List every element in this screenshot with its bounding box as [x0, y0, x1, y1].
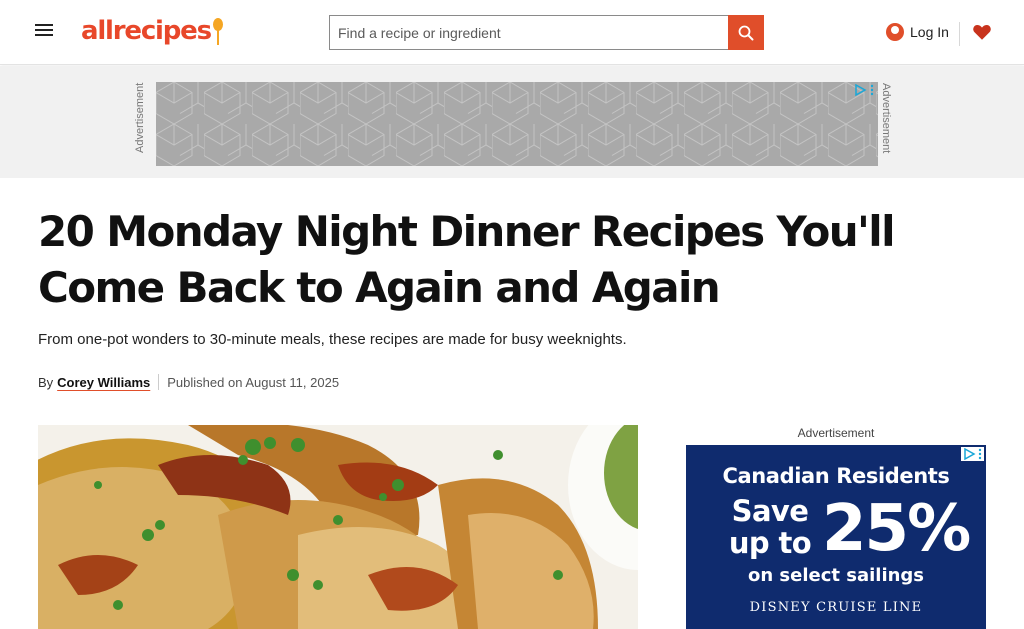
header-divider: [959, 22, 960, 46]
top-ad-band: Advertisement Advertisement: [0, 66, 1024, 178]
logo-text: allrecipes: [81, 16, 212, 46]
author-link[interactable]: Corey Williams: [57, 375, 150, 390]
allrecipes-logo[interactable]: allrecipes: [81, 14, 223, 48]
ad-subline: on select sailings: [747, 565, 925, 586]
published-date: Published on August 11, 2025: [167, 374, 340, 390]
hamburger-menu-icon[interactable]: [33, 21, 55, 43]
byline: By Corey Williams Published on August 11…: [38, 373, 339, 391]
sidebar-ad-label: Advertisement: [797, 426, 875, 440]
login-label: Log In: [910, 24, 949, 40]
user-avatar-icon: [886, 23, 904, 41]
ad-pattern: [156, 82, 878, 166]
search-bar: [329, 15, 764, 50]
article-dek: From one-pot wonders to 30-minute meals,…: [38, 331, 627, 348]
ad-badge[interactable]: [961, 447, 984, 461]
ad-discount: 25%: [822, 492, 971, 566]
top-ad-banner[interactable]: [156, 82, 878, 166]
byline-divider: [158, 374, 160, 390]
adchoices-play-icon[interactable]: [963, 448, 976, 460]
site-header: allrecipes Log In: [0, 0, 1024, 65]
adchoices-play-icon[interactable]: [854, 84, 867, 96]
search-icon: [738, 25, 754, 40]
login-button[interactable]: Log In: [886, 21, 949, 43]
ad-brand: DISNEY CRUISE LINE: [749, 600, 923, 615]
hero-image: [38, 425, 638, 629]
ad-save-text: Save up to: [728, 494, 812, 560]
search-input[interactable]: [329, 15, 728, 50]
more-vertical-icon[interactable]: [978, 448, 982, 460]
logo-spoon-icon: [212, 16, 223, 46]
article-title: 20 Monday Night Dinner Recipes You'll Co…: [38, 207, 895, 312]
ad-label-left: Advertisement: [134, 82, 146, 154]
search-button[interactable]: [728, 15, 764, 50]
more-vertical-icon[interactable]: [870, 84, 874, 96]
ad-badge[interactable]: [854, 84, 874, 96]
ad-label-right: Advertisement: [880, 82, 892, 154]
byline-prefix: By: [38, 374, 54, 390]
heart-icon[interactable]: [972, 22, 992, 42]
sidebar-ad-banner[interactable]: Canadian Residents Save up to 25% on sel…: [686, 445, 986, 629]
ad-headline: Canadian Residents: [722, 464, 950, 488]
